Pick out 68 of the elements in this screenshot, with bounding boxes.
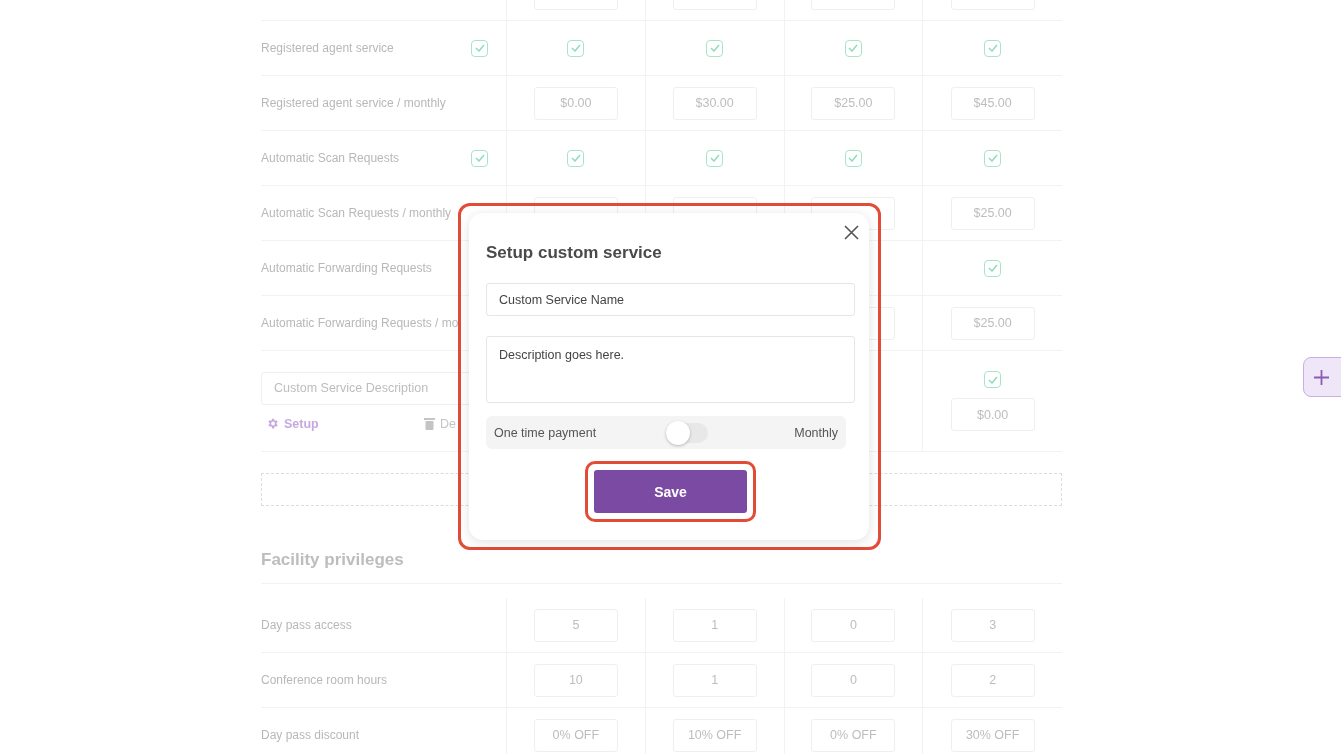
value-field[interactable]: 10	[533, 663, 618, 697]
value-field[interactable]: $30.00	[672, 86, 757, 120]
check-icon	[987, 375, 998, 384]
row-label: Automatic Scan Requests / monthly	[261, 206, 452, 220]
value-field[interactable]: 0% OFF	[811, 718, 896, 752]
checkbox[interactable]	[984, 39, 1002, 57]
check-icon	[474, 154, 485, 162]
row-label: Automatic Forwarding Requests / mo	[261, 316, 459, 330]
value-field[interactable]: $25.00	[811, 86, 896, 120]
check-icon	[987, 264, 998, 272]
plus-icon	[1313, 368, 1330, 386]
value-field[interactable]: 10% OFF	[672, 718, 757, 752]
name-field[interactable]: Custom Service Name	[486, 283, 855, 316]
section-heading: Facility privileges	[261, 550, 1062, 584]
check-icon	[709, 44, 720, 52]
value-field[interactable]: 1	[672, 608, 757, 642]
checkbox[interactable]	[844, 39, 862, 57]
checkbox[interactable]	[984, 259, 1002, 277]
checkbox[interactable]	[844, 149, 862, 167]
row-label: Registered agent service	[261, 41, 394, 55]
checkbox[interactable]	[567, 149, 585, 167]
check-icon	[474, 44, 485, 52]
value-field[interactable]: $45.00	[950, 86, 1035, 120]
description-textarea[interactable]: Description goes here.	[486, 336, 855, 403]
trash-icon	[424, 417, 435, 430]
checkbox[interactable]	[984, 149, 1002, 167]
row-label: Automatic Scan Requests	[261, 151, 400, 165]
checkbox[interactable]	[706, 39, 724, 57]
row-label: Day pass discount	[261, 728, 360, 742]
toggle-label: Monthly	[794, 425, 838, 440]
row-label: Registered agent service / monthly	[261, 96, 446, 110]
value-field[interactable]: $0.00	[950, 398, 1035, 431]
save-button[interactable]: Save	[594, 470, 747, 513]
value-field[interactable]: 0% OFF	[533, 718, 618, 752]
checkbox[interactable]	[706, 149, 724, 167]
check-icon	[570, 154, 581, 162]
check-icon	[709, 154, 720, 162]
check-icon	[987, 44, 998, 52]
row-label: Conference room hours	[261, 673, 388, 687]
delete-link[interactable]: De	[424, 416, 456, 431]
setup-link[interactable]: Setup	[266, 416, 424, 431]
value-field[interactable]: $25.00	[950, 196, 1035, 230]
value-field[interactable]: 3	[950, 608, 1035, 642]
close-button[interactable]	[842, 223, 861, 242]
dialog-title: Setup custom service	[486, 243, 663, 263]
value-field[interactable]: 2	[950, 663, 1035, 697]
toggle-switch[interactable]	[666, 422, 709, 443]
check-icon	[570, 44, 581, 52]
value-field[interactable]: 1	[672, 663, 757, 697]
checkbox[interactable]	[984, 371, 1002, 388]
row-label: Day pass access	[261, 618, 352, 632]
gear-icon	[266, 417, 279, 430]
checkbox[interactable]	[471, 39, 488, 57]
row-label: Automatic Forwarding Requests	[261, 261, 432, 275]
value-field[interactable]: 30% OFF	[950, 718, 1035, 752]
add-button[interactable]	[1303, 357, 1341, 397]
value-field[interactable]: $25.00	[950, 306, 1035, 340]
check-icon	[848, 44, 859, 52]
value-field[interactable]: $0.00	[533, 86, 618, 120]
check-icon	[848, 154, 859, 162]
checkbox[interactable]	[567, 39, 585, 57]
checkbox[interactable]	[471, 149, 488, 167]
check-icon	[987, 154, 998, 162]
close-icon	[844, 225, 859, 240]
value-field[interactable]: 0	[811, 663, 896, 697]
value-field[interactable]: 0	[811, 608, 896, 642]
value-field[interactable]: 5	[533, 608, 618, 642]
toggle-label: One time payment	[494, 425, 597, 440]
